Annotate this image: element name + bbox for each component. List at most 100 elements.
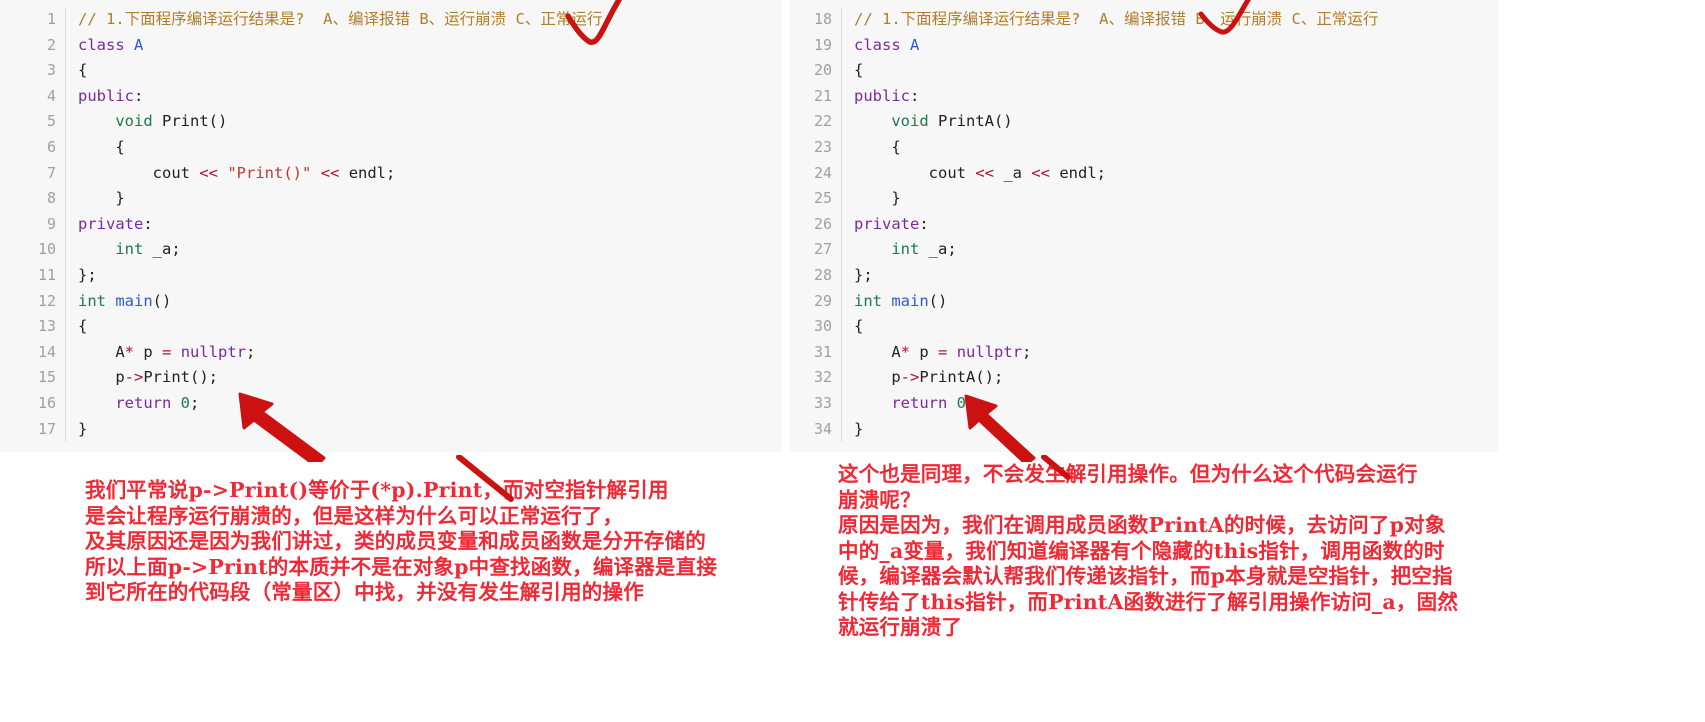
line-number: 16 (0, 390, 66, 417)
code-line[interactable]: 29 int main() (790, 288, 1498, 315)
code-line[interactable]: 7 cout << "Print()" << endl; (0, 160, 782, 187)
code-line[interactable]: 10 int _a; (0, 237, 782, 263)
code-line-text: A* p = nullptr; (66, 340, 782, 366)
code-token: private (854, 214, 920, 233)
code-token: ; (246, 342, 256, 361)
line-number: 19 (790, 32, 842, 59)
code-token: int (891, 240, 920, 259)
line-number: 24 (790, 160, 842, 187)
code-line[interactable]: 16 return 0; (0, 390, 782, 417)
code-token: { (854, 61, 864, 80)
code-line[interactable]: 12 int main() (0, 288, 782, 315)
line-number: 32 (790, 365, 842, 391)
code-line[interactable]: 6 { (0, 134, 782, 161)
code-line[interactable]: 8 } (0, 186, 782, 212)
code-token: main (891, 291, 929, 310)
code-token: = (162, 342, 172, 361)
code-panel-right[interactable]: 18 // 1.下面程序编译运行结果是? A、编译报错 B、运行崩溃 C、正常运行… (790, 0, 1498, 452)
code-line[interactable]: 5 void Print() (0, 109, 782, 135)
code-line[interactable]: 15 p->Print(); (0, 365, 782, 391)
code-token: : (910, 86, 920, 105)
line-number: 30 (790, 314, 842, 340)
code-line[interactable]: 22 void PrintA() (790, 109, 1498, 135)
line-number: 3 (0, 58, 66, 84)
code-token: A (78, 342, 125, 361)
code-line[interactable]: 17} (0, 416, 782, 443)
line-number: 29 (790, 288, 842, 315)
code-line[interactable]: 14 A* p = nullptr; (0, 339, 782, 366)
code-token: class (854, 35, 910, 54)
code-line-text: int _a; (842, 237, 1498, 263)
code-token: << (975, 163, 994, 182)
code-line[interactable]: 3{ (0, 58, 782, 84)
code-line[interactable]: 24 cout << _a << endl; (790, 160, 1498, 187)
code-line[interactable]: 20 { (790, 58, 1498, 84)
code-line-text: // 1.下面程序编译运行结果是? A、编译报错 B、运行崩溃 C、正常运行 (66, 7, 782, 33)
code-line[interactable]: 32 p->PrintA(); (790, 365, 1498, 391)
code-token: Print() (152, 112, 228, 131)
code-token: -> (900, 368, 920, 387)
code-line[interactable]: 18 // 1.下面程序编译运行结果是? A、编译报错 B、运行崩溃 C、正常运行 (790, 7, 1498, 33)
code-line[interactable]: 9 private: (0, 211, 782, 238)
code-token: int (78, 291, 106, 310)
line-number: 13 (0, 314, 66, 340)
code-token: -> (124, 368, 144, 387)
line-number: 17 (0, 416, 66, 443)
code-line-text: void PrintA() (842, 109, 1498, 135)
code-token: ; (1022, 342, 1032, 361)
line-number: 21 (790, 83, 842, 110)
code-line[interactable]: 27 int _a; (790, 237, 1498, 263)
code-line-text: int _a; (66, 237, 782, 263)
code-line-text: { (842, 58, 1498, 84)
code-line[interactable]: 25 } (790, 186, 1498, 212)
code-token: 0 (180, 393, 191, 412)
code-line[interactable]: 19 class A (790, 32, 1498, 59)
code-token: nullptr (180, 342, 247, 361)
code-line-text: } (66, 417, 782, 443)
code-token: _a; (919, 240, 957, 259)
code-token: : (134, 86, 144, 105)
code-token: cout (78, 163, 200, 182)
code-line[interactable]: 13 { (0, 314, 782, 340)
line-number: 28 (790, 262, 842, 289)
code-token: endl; (339, 163, 396, 182)
code-line[interactable]: 34} (790, 416, 1498, 443)
code-token: _a (994, 163, 1032, 182)
code-token: } (854, 189, 901, 208)
code-token: private (78, 214, 144, 233)
code-line[interactable]: 30 { (790, 314, 1498, 340)
code-token: main (115, 291, 153, 310)
code-line[interactable]: 1 // 1.下面程序编译运行结果是? A、编译报错 B、运行崩溃 C、正常运行 (0, 7, 782, 33)
code-line[interactable]: 28}; (790, 262, 1498, 289)
code-line-text: cout << "Print()" << endl; (66, 161, 782, 187)
line-number: 31 (790, 339, 842, 366)
code-token: = (938, 342, 948, 361)
line-number: 5 (0, 109, 66, 135)
code-line[interactable]: 31 A* p = nullptr; (790, 339, 1498, 366)
code-line[interactable]: 4 public: (0, 83, 782, 110)
code-line[interactable]: 2 class A (0, 32, 782, 59)
code-token: : (919, 214, 929, 233)
line-number: 18 (790, 7, 842, 33)
line-number: 15 (0, 365, 66, 391)
code-line[interactable]: 26 private: (790, 211, 1498, 238)
code-token: p (134, 342, 163, 361)
code-token: () (152, 291, 172, 310)
code-token: A (134, 35, 144, 54)
code-line-text: { (66, 314, 782, 340)
code-line[interactable]: 33 return 0; (790, 390, 1498, 417)
code-line-text: { (66, 135, 782, 161)
code-panel-left[interactable]: 1 // 1.下面程序编译运行结果是? A、编译报错 B、运行崩溃 C、正常运行 2… (0, 0, 782, 452)
line-number: 11 (0, 262, 66, 289)
code-token: ; (190, 393, 200, 412)
code-token: cout (854, 163, 976, 182)
code-line-text: }; (842, 263, 1498, 289)
code-line[interactable]: 11}; (0, 262, 782, 289)
code-line[interactable]: 21 public: (790, 83, 1498, 110)
code-token: { (854, 317, 864, 336)
code-line[interactable]: 23 { (790, 134, 1498, 161)
